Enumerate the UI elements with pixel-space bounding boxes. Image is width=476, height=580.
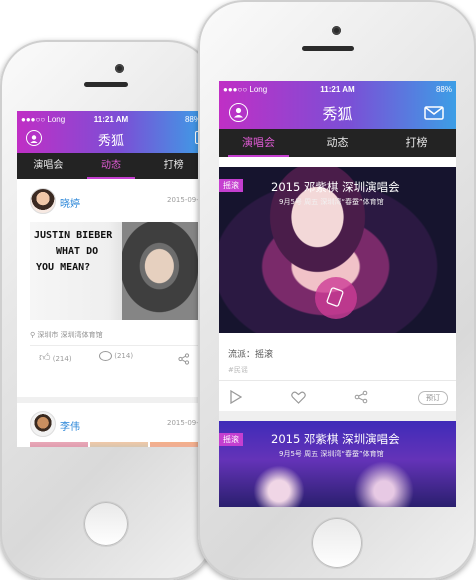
app-header: ●●●○○ Long 11:21 AM 88% 秀狐 <box>219 81 456 129</box>
section-gap <box>219 411 456 421</box>
tab-feed[interactable]: 动态 <box>80 153 143 179</box>
concert-subtitle: 9月5号 周五 深圳湾“春蚕”体育馆 <box>279 198 384 206</box>
home-button[interactable] <box>84 502 128 546</box>
post-username[interactable]: 李伟 <box>60 418 80 433</box>
front-camera <box>332 26 341 35</box>
art-line-3: YOU MEAN? <box>36 262 91 273</box>
feed-post: 李伟 2015-09- <box>17 403 205 447</box>
front-phone: ●●●○○ Long 11:21 AM 88% 秀狐 演唱会 动态 打榜 摇滚 … <box>198 0 476 580</box>
back-screen: ●●●○○ Long 11:21 AM 88% 秀狐 演唱会 动态 打榜 晓婷 … <box>17 111 205 447</box>
heart-icon[interactable] <box>291 389 306 408</box>
status-time: 11:21 AM <box>320 84 355 94</box>
artist-photo <box>122 222 205 320</box>
divider <box>30 345 205 346</box>
avatar[interactable] <box>30 188 56 214</box>
status-time: 11:21 AM <box>93 114 129 124</box>
location-row: ⚲ 深圳市 深圳湾体育馆 <box>30 330 103 340</box>
concert-title: 2015 邓紫棋 深圳演唱会 <box>271 432 400 446</box>
photo-thumbnail[interactable] <box>90 442 148 447</box>
comment-count: (214) <box>114 352 134 360</box>
post-username[interactable]: 晓婷 <box>60 195 80 210</box>
comment-button[interactable]: (214) <box>99 351 133 361</box>
feed-post: 晓婷 2015-09- JUSTIN BIEBER WHAT DO YOU ME… <box>17 179 205 391</box>
avatar[interactable] <box>30 411 56 437</box>
app-header: ●●●○○ Long 11:21 AM 88% 秀狐 <box>17 111 205 153</box>
photo-thumbnail[interactable] <box>150 442 205 447</box>
stage-glow <box>349 456 419 507</box>
front-screen: ●●●○○ Long 11:21 AM 88% 秀狐 演唱会 动态 打榜 摇滚 … <box>219 81 456 507</box>
tab-charts[interactable]: 打榜 <box>142 153 205 179</box>
concert-title: 2015 邓紫棋 深圳演唱会 <box>271 180 400 194</box>
location-pin-icon: ⚲ <box>30 331 36 339</box>
tab-bar: 演唱会 动态 打榜 <box>219 129 456 157</box>
status-bar: ●●●○○ Long 11:21 AM 88% <box>219 81 456 97</box>
ticket-badge-icon[interactable] <box>315 277 357 319</box>
app-title: 秀狐 <box>97 134 124 149</box>
tag-label[interactable]: #民谣 <box>228 365 248 375</box>
post-date: 2015-09- <box>167 419 199 427</box>
front-camera <box>115 64 124 73</box>
like-button[interactable]: 👍︎ (214) <box>39 351 72 364</box>
earpiece-speaker <box>302 46 354 51</box>
post-image[interactable]: JUSTIN BIEBER WHAT DO YOU MEAN? <box>30 222 205 320</box>
stage-glow <box>249 461 309 507</box>
art-line-2: WHAT DO <box>56 246 99 257</box>
home-button[interactable] <box>312 518 362 568</box>
divider <box>219 380 456 381</box>
back-phone: ●●●○○ Long 11:21 AM 88% 秀狐 演唱会 动态 打榜 晓婷 … <box>0 40 214 580</box>
like-count: (214) <box>52 355 72 363</box>
earpiece-speaker <box>84 82 128 87</box>
share-icon[interactable] <box>178 350 190 369</box>
tab-bar: 演唱会 动态 打榜 <box>17 153 205 179</box>
art-line-1: JUSTIN BIEBER <box>34 230 113 241</box>
thumbs-up-icon: 👍︎ <box>39 351 51 364</box>
status-bar: ●●●○○ Long 11:21 AM 88% <box>17 111 205 127</box>
post-date: 2015-09- <box>167 196 199 204</box>
app-title: 秀狐 <box>322 105 353 123</box>
tab-feed[interactable]: 动态 <box>298 129 377 157</box>
category-badge: 摇滚 <box>219 433 243 446</box>
category-badge: 摇滚 <box>219 179 243 192</box>
concert-card[interactable]: 摇滚 2015 邓紫棋 深圳演唱会 9月5号 周五 深圳湾“春蚕”体育馆 <box>219 167 456 333</box>
tab-concerts[interactable]: 演唱会 <box>219 129 298 157</box>
tab-concerts[interactable]: 演唱会 <box>17 153 80 179</box>
share-icon[interactable] <box>354 389 368 408</box>
location-text: 深圳市 深圳湾体育馆 <box>37 331 103 339</box>
genre-label: 流派：摇滚 <box>228 350 274 360</box>
book-ticket-button[interactable]: 预订 <box>418 391 448 405</box>
battery-level: 88% <box>435 84 452 94</box>
concert-subtitle: 9月5号 周五 深圳湾“春蚕”体育馆 <box>279 450 384 458</box>
play-icon[interactable] <box>230 389 243 408</box>
concert-card[interactable]: 摇滚 2015 邓紫棋 深圳演唱会 9月5号 周五 深圳湾“春蚕”体育馆 <box>219 421 456 507</box>
comment-icon <box>99 351 112 361</box>
message-icon[interactable] <box>424 105 444 124</box>
photo-thumbnail[interactable] <box>30 442 88 447</box>
tab-charts[interactable]: 打榜 <box>377 129 456 157</box>
